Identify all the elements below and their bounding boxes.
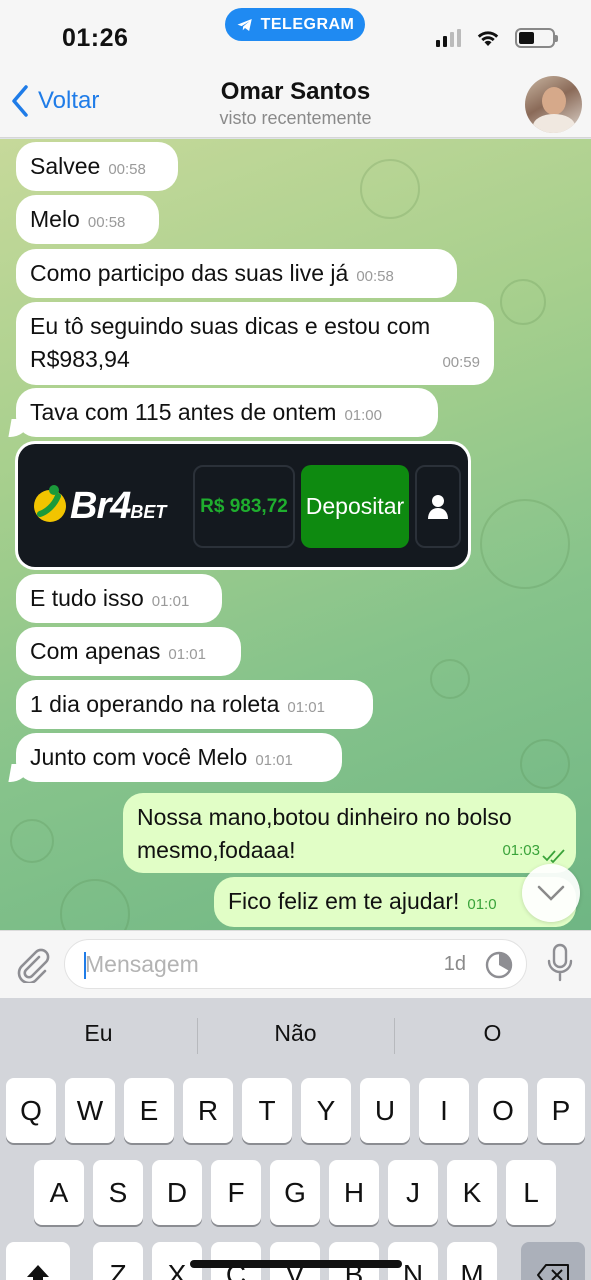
message-input-placeholder: Mensagem <box>85 951 199 977</box>
suggestion-item[interactable]: O <box>394 1020 591 1047</box>
key[interactable]: R <box>183 1078 233 1143</box>
paperclip-icon[interactable] <box>13 945 51 983</box>
key[interactable]: Z <box>93 1242 143 1280</box>
bet-screenshot: Br4BET R$ 983,72 Depositar <box>18 444 468 567</box>
message-time: 01:01 <box>255 752 293 769</box>
message-time: 00:58 <box>108 161 146 178</box>
message-time: 01:00 <box>344 407 382 424</box>
home-indicator[interactable] <box>190 1260 402 1268</box>
message-text-line: R$983,94 <box>30 346 130 372</box>
key[interactable]: E <box>124 1078 174 1143</box>
message-text: E tudo isso <box>30 585 144 611</box>
composer-bar: Mensagem 1d <box>0 930 591 998</box>
key[interactable]: D <box>152 1160 202 1225</box>
deposit-button: Depositar <box>301 465 409 548</box>
key[interactable]: O <box>478 1078 528 1143</box>
message-time: 01:01 <box>151 593 190 610</box>
message-text-line: mesmo,fodaaa! <box>137 837 296 863</box>
message-bubble[interactable]: Tava com 115 antes de ontem 01:00 <box>16 388 438 437</box>
key[interactable]: S <box>93 1160 143 1225</box>
message-bubble[interactable]: Salvee 00:58 <box>16 142 178 191</box>
backspace-key[interactable] <box>521 1242 585 1280</box>
message-text: Como participo das suas live já <box>30 260 349 286</box>
contact-status: visto recentemente <box>219 108 372 128</box>
key[interactable]: F <box>211 1160 261 1225</box>
key[interactable]: L <box>506 1160 556 1225</box>
balance-display: R$ 983,72 <box>193 465 295 548</box>
br4bet-logo-text: Br4BET <box>70 485 167 527</box>
telegram-return-pill[interactable]: TELEGRAM <box>225 8 365 41</box>
message-bubble[interactable]: 1 dia operando na roleta 01:01 <box>16 680 373 729</box>
key[interactable]: H <box>329 1160 379 1225</box>
message-text: Junto com você Melo <box>30 744 248 770</box>
message-bubble-outgoing[interactable]: Nossa mano,botou dinheiro no bolso mesmo… <box>123 793 576 873</box>
key[interactable]: W <box>65 1078 115 1143</box>
contact-name[interactable]: Omar Santos <box>0 78 591 106</box>
avatar[interactable] <box>525 76 582 133</box>
message-text: Salvee <box>30 153 101 179</box>
chat-header: Voltar Omar Santos visto recentemente <box>0 72 591 138</box>
suggestion-item[interactable]: Não <box>197 1020 394 1047</box>
status-bar: 01:26 TELEGRAM <box>0 0 591 72</box>
key[interactable]: M <box>447 1242 497 1280</box>
message-text: Melo <box>30 206 80 232</box>
key[interactable]: Y <box>301 1078 351 1143</box>
message-text-line: Eu tô seguindo suas dicas e estou com <box>30 313 431 339</box>
backspace-icon <box>537 1263 569 1280</box>
microphone-icon[interactable] <box>545 943 575 983</box>
predictive-bar: Eu Não O <box>0 998 591 1068</box>
telegram-pill-label: TELEGRAM <box>260 15 355 33</box>
user-icon <box>415 465 461 548</box>
key[interactable]: P <box>537 1078 585 1143</box>
clock: 01:26 <box>62 24 129 52</box>
battery-icon <box>515 28 558 48</box>
message-bubble[interactable]: Como participo das suas live já 00:58 <box>16 249 457 298</box>
message-time: 00:58 <box>356 268 394 285</box>
chevron-down-icon <box>537 885 565 901</box>
cellular-signal-icon <box>436 29 461 47</box>
message-bubble[interactable]: Com apenas 01:01 <box>16 627 241 676</box>
message-bubble[interactable]: Eu tô seguindo suas dicas e estou com R$… <box>16 302 494 385</box>
key[interactable]: U <box>360 1078 410 1143</box>
message-time: 01:01 <box>287 699 325 716</box>
message-text: Fico feliz em te ajudar! <box>228 888 460 914</box>
message-time: 01:03 <box>502 842 540 859</box>
message-time: 00:58 <box>87 214 126 231</box>
key[interactable]: G <box>270 1160 320 1225</box>
key[interactable]: T <box>242 1078 292 1143</box>
message-text: Com apenas <box>30 638 161 664</box>
key[interactable]: A <box>34 1160 84 1225</box>
message-text-line: Nossa mano,botou dinheiro no bolso <box>137 804 512 830</box>
message-text: Tava com 115 antes de ontem <box>30 399 337 425</box>
keyboard: Eu Não O Q W E R T Y U I O P A S D F G H… <box>0 998 591 1280</box>
message-list[interactable]: Salvee 00:58 Melo 00:58 Como participo das… <box>0 139 591 930</box>
image-message[interactable]: Br4BET R$ 983,72 Depositar <box>15 441 471 570</box>
message-bubble[interactable]: Junto com você Melo 01:01 <box>16 733 342 782</box>
wifi-icon <box>477 31 499 46</box>
message-time: 01:01 <box>168 646 206 663</box>
auto-delete-timer-label: 1d <box>443 953 466 975</box>
shift-icon <box>27 1264 49 1280</box>
message-input[interactable]: Mensagem 1d <box>64 939 527 989</box>
message-time: 01:0 <box>467 896 497 913</box>
telegram-icon <box>237 18 252 31</box>
message-text: 1 dia operando na roleta <box>30 691 280 717</box>
shift-key[interactable] <box>6 1242 70 1280</box>
auto-delete-timer-icon[interactable] <box>484 950 514 980</box>
double-check-icon <box>542 849 565 863</box>
scroll-to-bottom-button[interactable] <box>522 864 580 922</box>
message-bubble[interactable]: E tudo isso 01:01 <box>16 574 222 623</box>
key[interactable]: J <box>388 1160 438 1225</box>
key[interactable]: Q <box>6 1078 56 1143</box>
message-time: 00:59 <box>442 354 480 371</box>
suggestion-item[interactable]: Eu <box>0 1020 197 1047</box>
message-bubble[interactable]: Melo 00:58 <box>16 195 159 244</box>
br4bet-logo-icon <box>34 485 66 522</box>
key[interactable]: I <box>419 1078 469 1143</box>
key[interactable]: K <box>447 1160 497 1225</box>
message-bubble-outgoing[interactable]: Fico feliz em te ajudar! 01:0 <box>214 877 576 927</box>
